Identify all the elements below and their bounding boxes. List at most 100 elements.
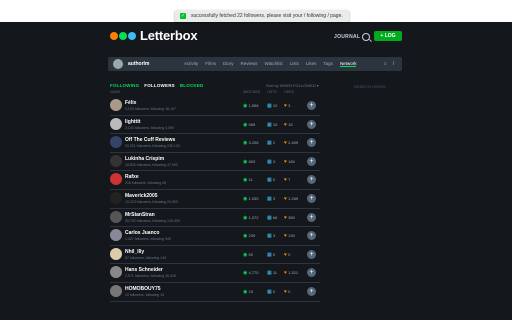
tab-lists[interactable]: Lists bbox=[290, 61, 299, 67]
lists-count[interactable]: ▦ 15 bbox=[267, 122, 277, 128]
lists-count[interactable]: ▦ 0 bbox=[267, 289, 275, 295]
lists-value: 0 bbox=[272, 177, 276, 183]
watched-count[interactable]: ◉ 1,598 bbox=[243, 103, 259, 109]
lists-count[interactable]: ▦ 3 bbox=[267, 196, 275, 202]
subtab-followers[interactable]: FOLLOWERS bbox=[144, 83, 175, 88]
tab-tags[interactable]: Tags bbox=[323, 61, 333, 67]
avatar[interactable] bbox=[110, 173, 122, 186]
follow-button[interactable]: + bbox=[307, 212, 316, 222]
heart-icon: ♥ bbox=[284, 103, 287, 109]
tab-diary[interactable]: Diary bbox=[223, 61, 234, 67]
lists-count[interactable]: ▦ 11 bbox=[267, 270, 277, 276]
follower-name[interactable]: lightttt bbox=[125, 119, 141, 125]
profile-username[interactable]: authorlm bbox=[128, 61, 149, 67]
follower-name[interactable]: MrStanStran bbox=[125, 212, 155, 218]
follower-name[interactable]: Carlos Juanco bbox=[125, 230, 159, 236]
tab-reviews[interactable]: Reviews bbox=[241, 61, 258, 67]
avatar[interactable] bbox=[110, 266, 122, 279]
follower-name[interactable]: Nhil_Illy bbox=[125, 249, 144, 255]
lists-count[interactable]: ▦ 0 bbox=[267, 177, 275, 183]
avatar[interactable] bbox=[110, 210, 122, 223]
follower-name[interactable]: Off The Cuff Reviews bbox=[125, 137, 175, 143]
tab-likes[interactable]: Likes bbox=[306, 61, 317, 67]
likes-count[interactable]: ♥ 3 bbox=[284, 103, 290, 109]
likes-count[interactable]: ♥ 359 bbox=[284, 215, 295, 221]
likes-value: 184 bbox=[288, 158, 295, 164]
follow-button[interactable]: + bbox=[307, 231, 316, 241]
follower-name[interactable]: Rafxe bbox=[125, 174, 139, 180]
site-logo[interactable]: Letterbox bbox=[110, 28, 198, 43]
avatar[interactable] bbox=[110, 117, 122, 130]
lists-count[interactable]: ▦ 66 bbox=[267, 215, 277, 221]
follow-button[interactable]: + bbox=[307, 193, 316, 203]
rss-icon[interactable]: ⌇ bbox=[392, 61, 394, 67]
watched-value: 4,770 bbox=[248, 270, 259, 276]
watched-count[interactable]: ◉ 1,072 bbox=[243, 215, 259, 221]
watched-count[interactable]: ◉ 50 bbox=[243, 252, 253, 258]
subtab-following[interactable]: FOLLOWING bbox=[110, 83, 139, 88]
avatar[interactable] bbox=[110, 191, 122, 204]
avatar[interactable] bbox=[110, 136, 122, 149]
follower-stats: 2,571 followers, following 26,349 bbox=[125, 274, 176, 279]
follow-button[interactable]: + bbox=[307, 268, 316, 278]
watched-count[interactable]: ◉ 1,030 bbox=[243, 196, 259, 202]
follower-name[interactable]: Hans Schneider bbox=[125, 267, 163, 273]
lists-count[interactable]: ▦ 0 bbox=[267, 252, 275, 258]
watched-count[interactable]: ◉ 15 bbox=[243, 289, 253, 295]
likes-value: 1,289 bbox=[288, 195, 299, 201]
watched-count[interactable]: ◉ 965 bbox=[243, 122, 255, 128]
search-users-label: SEARCH USERS bbox=[354, 84, 386, 89]
follow-button[interactable]: + bbox=[307, 119, 316, 129]
tab-network[interactable]: Network bbox=[339, 61, 357, 67]
follow-button[interactable]: + bbox=[307, 156, 316, 166]
likes-count[interactable]: ♥ 0 bbox=[284, 289, 290, 295]
watched-count[interactable]: ◉ 3,206 bbox=[243, 140, 259, 146]
avatar[interactable] bbox=[110, 247, 122, 260]
follower-name[interactable]: HOMOBOUY75 bbox=[125, 286, 161, 292]
tab-watchlist[interactable]: Watchlist bbox=[265, 61, 283, 67]
lists-count[interactable]: ▦ 10 bbox=[267, 103, 277, 109]
avatar[interactable] bbox=[113, 59, 123, 69]
watched-count[interactable]: ◉ 893 bbox=[243, 159, 255, 165]
likes-value: 0 bbox=[288, 251, 291, 257]
likes-count[interactable]: ♥ 2,459 bbox=[284, 140, 298, 146]
follow-button[interactable]: + bbox=[307, 175, 316, 185]
avatar[interactable] bbox=[110, 284, 122, 297]
watched-value: 1,598 bbox=[248, 103, 259, 108]
likes-count[interactable]: ♥ 15 bbox=[284, 122, 293, 128]
follow-button[interactable]: + bbox=[307, 249, 316, 259]
watched-value: 3,206 bbox=[248, 140, 259, 146]
follower-name[interactable]: Félix bbox=[125, 100, 136, 106]
likes-count[interactable]: ♥ 1,321 bbox=[284, 270, 298, 276]
watched-count[interactable]: ◉ 239 bbox=[243, 233, 255, 239]
follow-button[interactable]: + bbox=[307, 286, 316, 296]
list-icon: ▦ bbox=[267, 270, 272, 277]
avatar[interactable] bbox=[110, 99, 122, 111]
lists-count[interactable]: ▦ 2 bbox=[267, 140, 275, 146]
likes-count[interactable]: ♥ 7 bbox=[284, 177, 290, 183]
tab-films[interactable]: Films bbox=[205, 61, 216, 67]
lists-count[interactable]: ▦ 3 bbox=[267, 159, 275, 165]
avatar[interactable] bbox=[110, 229, 122, 242]
follow-button[interactable]: + bbox=[307, 138, 316, 148]
subtab-blocked[interactable]: BLOCKED bbox=[180, 83, 204, 88]
follower-name[interactable]: Maverick2005 bbox=[125, 193, 158, 199]
log-button[interactable]: + LOG bbox=[374, 31, 402, 41]
watched-count[interactable]: ◉ 11 bbox=[243, 177, 253, 183]
site-header: Letterbox JOURNAL + LOG bbox=[0, 22, 512, 50]
likes-count[interactable]: ♥ 139 bbox=[284, 233, 295, 239]
avatar[interactable] bbox=[110, 154, 122, 167]
search-icon[interactable] bbox=[362, 33, 370, 41]
nav-journal-link[interactable]: JOURNAL bbox=[334, 34, 360, 40]
tab-activity[interactable]: Activity bbox=[184, 61, 198, 67]
watched-count[interactable]: ◉ 4,770 bbox=[243, 270, 259, 276]
list-item: Maverick2005 10,223 followers, following … bbox=[110, 190, 320, 209]
lists-count[interactable]: ▦ 3 bbox=[267, 233, 275, 239]
sort-dropdown[interactable]: Sort by WHEN FOLLOWED ▾ bbox=[266, 83, 319, 88]
follow-button[interactable]: + bbox=[307, 101, 316, 110]
search-icon[interactable]: ⌕ bbox=[384, 61, 387, 67]
likes-count[interactable]: ♥ 1,289 bbox=[284, 196, 298, 202]
likes-count[interactable]: ♥ 184 bbox=[284, 159, 295, 165]
likes-count[interactable]: ♥ 0 bbox=[284, 252, 290, 258]
follower-name[interactable]: Lukinha Crispim bbox=[125, 156, 164, 162]
